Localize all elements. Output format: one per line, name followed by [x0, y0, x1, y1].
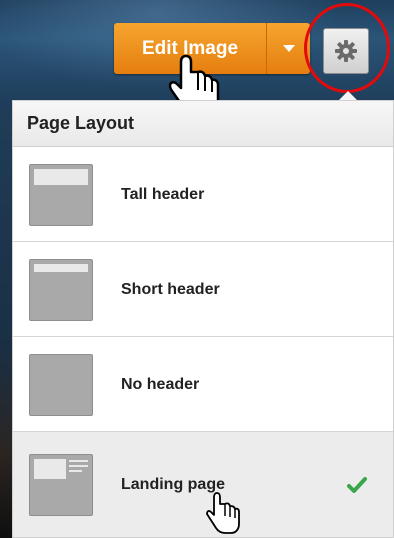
layout-option-label: No header	[121, 375, 200, 393]
page-layout-panel: Page Layout Tall header Short header No …	[12, 100, 394, 538]
short-header-layout-icon	[29, 259, 93, 321]
highlight-circle	[304, 3, 390, 93]
hand-cursor-icon	[206, 492, 240, 534]
panel-pointer	[339, 91, 357, 100]
checkmark-icon	[347, 477, 367, 493]
layout-option-no-header[interactable]: No header	[13, 337, 393, 432]
layout-option-label: Short header	[121, 280, 220, 298]
tall-header-layout-icon	[29, 164, 93, 226]
page-background-strip	[0, 110, 12, 538]
layout-option-label: Tall header	[121, 185, 205, 203]
caret-down-icon	[282, 45, 295, 52]
no-header-layout-icon	[29, 354, 93, 416]
layout-option-landing-page[interactable]: Landing page	[13, 432, 393, 537]
panel-title: Page Layout	[13, 101, 393, 147]
landing-page-layout-icon	[29, 454, 93, 516]
layout-option-tall-header[interactable]: Tall header	[13, 147, 393, 242]
layout-option-short-header[interactable]: Short header	[13, 242, 393, 337]
